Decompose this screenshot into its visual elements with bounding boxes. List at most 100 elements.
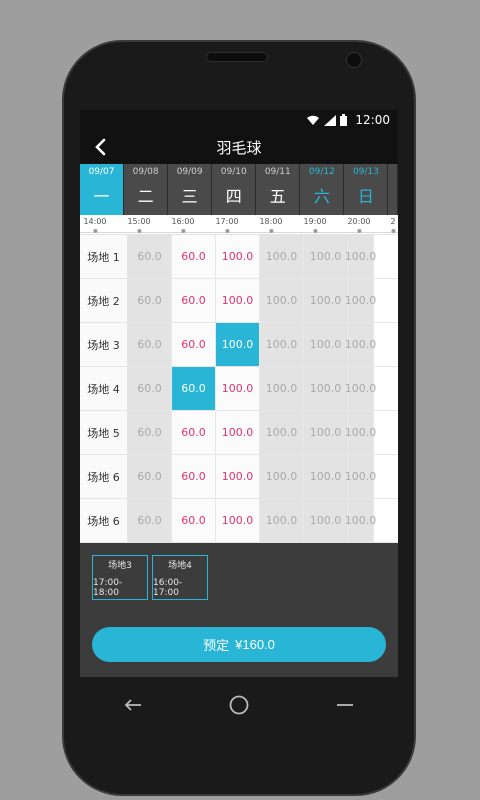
slot-cell: 100.0 (304, 411, 348, 454)
slot-cell[interactable]: 60.0 (172, 411, 216, 454)
screen: 12:00 羽毛球 09/07 一 09/08 二 09/09 三 09/10 四 09… (80, 110, 398, 677)
day-tab[interactable]: 09/12 六 (300, 164, 345, 215)
phone-camera (346, 52, 362, 68)
book-button[interactable]: 预定 ¥160.0 (92, 627, 386, 662)
slot-cell: 100.0 (304, 235, 348, 278)
slot-cell: 100.0 (260, 279, 304, 322)
slot-cell: 60.0 (128, 323, 172, 366)
signal-icon (324, 114, 337, 126)
day-tab[interactable]: 09/13 日 (344, 164, 389, 215)
court-label: 场地 6 (80, 455, 128, 498)
booking-grid: 场地 1 60.0 60.0 100.0 100.0 100.0 100.0 场… (80, 235, 398, 543)
slot-cell[interactable]: 60.0 (172, 235, 216, 278)
day-weekday: 六 (313, 187, 330, 206)
day-weekday: 一 (93, 187, 110, 206)
day-tab[interactable]: 09/09 三 (168, 164, 213, 215)
day-date: 09/11 (264, 167, 291, 177)
time-tick: 18:00 (259, 217, 283, 233)
court-row: 场地 4 60.0 60.0 100.0 100.0 100.0 100.0 (80, 367, 398, 411)
court-label: 场地 2 (80, 279, 128, 322)
day-weekday: 四 (225, 187, 242, 206)
slot-cell: 100.0 (345, 455, 376, 498)
slot-cell: 100.0 (304, 279, 348, 322)
slot-cell[interactable]: 100.0 (216, 499, 260, 542)
slot-cell: 60.0 (128, 279, 172, 322)
status-bar: 12:00 (80, 110, 398, 130)
slot-cell: 100.0 (260, 235, 304, 278)
slot-cell[interactable]: 100.0 (216, 411, 260, 454)
court-row: 场地 2 60.0 60.0 100.0 100.0 100.0 100.0 (80, 279, 398, 323)
day-date: 09/12 (308, 167, 335, 177)
day-weekday: 日 (357, 187, 374, 206)
slot-cell[interactable]: 100.0 (216, 455, 260, 498)
slot-cell[interactable]: 60.0 (172, 323, 216, 366)
day-tab[interactable]: 09/07 一 (80, 164, 125, 221)
slot-cell: 100.0 (260, 411, 304, 454)
time-tick: 17:00 (215, 217, 239, 233)
day-date: 09/09 (176, 167, 203, 177)
chip-time: 16:00-17:00 (153, 577, 183, 598)
time-tick: 16:00 (171, 217, 195, 233)
court-row: 场地 3 60.0 60.0 100.0 100.0 100.0 100.0 (80, 323, 398, 367)
court-row: 场地 6 60.0 60.0 100.0 100.0 100.0 100.0 (80, 499, 398, 543)
court-label: 场地 4 (80, 367, 128, 410)
day-tab[interactable]: 09/08 二 (124, 164, 169, 215)
slot-cell: 100.0 (345, 367, 376, 410)
slot-cell: 100.0 (304, 455, 348, 498)
time-tick: 19:00 (303, 217, 327, 233)
court-row: 场地 1 60.0 60.0 100.0 100.0 100.0 100.0 (80, 235, 398, 279)
slot-cell[interactable]: 100.0 (216, 235, 260, 278)
day-tab[interactable]: 09/11 五 (256, 164, 301, 215)
court-label: 场地 3 (80, 323, 128, 366)
date-tabs: 09/07 一 09/08 二 09/09 三 09/10 四 09/11 五 09/12… (80, 164, 398, 221)
slot-cell: 60.0 (128, 411, 172, 454)
slot-cell-selected[interactable]: 60.0 (172, 367, 216, 410)
chip-time: 17:00-18:00 (93, 577, 123, 598)
slot-cell: 100.0 (345, 323, 376, 366)
slot-cell[interactable]: 60.0 (172, 499, 216, 542)
time-tick: 15:00 (127, 217, 151, 233)
slot-cell: 60.0 (128, 499, 172, 542)
day-date: 09/13 (352, 167, 379, 177)
wifi-icon (307, 115, 320, 125)
slot-cell[interactable]: 60.0 (172, 279, 216, 322)
book-price: ¥160.0 (235, 637, 275, 652)
slot-cell: 100.0 (345, 411, 376, 454)
selected-slots: 场地3 17:00-18:00 场地4 16:00-17:00 (80, 555, 398, 600)
court-label: 场地 5 (80, 411, 128, 454)
time-tick: 2 (390, 217, 396, 233)
time-axis: 14:00 15:00 16:00 17:00 18:00 19:00 20:0… (80, 215, 398, 235)
selection-panel: 场地3 17:00-18:00 场地4 16:00-17:00 预定 ¥160.… (80, 543, 398, 672)
time-tick: 20:00 (347, 217, 371, 233)
phone-speaker (206, 52, 268, 62)
page-title: 羽毛球 (216, 138, 262, 157)
slot-cell: 100.0 (345, 499, 376, 542)
slot-cell[interactable]: 100.0 (216, 279, 260, 322)
nav-menu-icon[interactable] (325, 690, 365, 720)
title-bar: 羽毛球 (80, 130, 398, 164)
nav-home-icon[interactable] (219, 690, 259, 720)
back-arrow-icon[interactable] (90, 135, 112, 159)
court-label: 场地 1 (80, 235, 128, 278)
slot-cell: 60.0 (128, 367, 172, 410)
slot-cell: 100.0 (260, 499, 304, 542)
day-weekday: 二 (137, 187, 154, 206)
slot-cell: 100.0 (304, 367, 348, 410)
day-date: 09/10 (220, 167, 247, 177)
day-date: 09/07 (88, 167, 115, 177)
selected-slot-chip[interactable]: 场地4 16:00-17:00 (152, 555, 208, 600)
slot-cell[interactable]: 100.0 (216, 367, 260, 410)
slot-cell[interactable]: 60.0 (172, 455, 216, 498)
nav-back-icon[interactable] (113, 690, 153, 720)
day-weekday: 三 (181, 187, 198, 206)
slot-cell: 100.0 (345, 235, 376, 278)
selected-slot-chip[interactable]: 场地3 17:00-18:00 (92, 555, 148, 600)
day-tab-partial (388, 164, 398, 215)
court-row: 场地 5 60.0 60.0 100.0 100.0 100.0 100.0 (80, 411, 398, 455)
chip-court: 场地4 (168, 560, 192, 571)
day-tab[interactable]: 09/10 四 (212, 164, 257, 215)
status-time: 12:00 (355, 113, 390, 127)
book-label: 预定 (203, 638, 230, 653)
slot-cell-selected[interactable]: 100.0 (216, 323, 260, 366)
battery-icon (340, 114, 348, 126)
